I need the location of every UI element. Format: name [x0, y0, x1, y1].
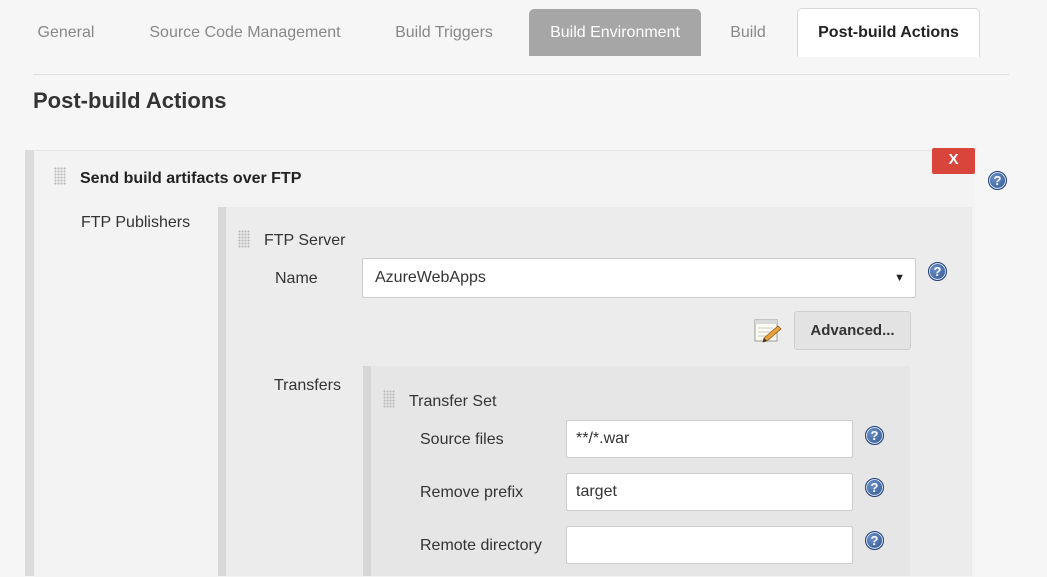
- drag-handle-icon[interactable]: [54, 167, 66, 185]
- ftp-server-name-select[interactable]: AzureWebApps ▼: [362, 258, 916, 298]
- remote-directory-input[interactable]: [566, 526, 853, 564]
- help-icon[interactable]: ?: [988, 171, 1007, 190]
- tab-build-environment[interactable]: Build Environment: [529, 9, 701, 56]
- ftp-server-name-value: AzureWebApps: [375, 269, 486, 286]
- help-icon[interactable]: ?: [865, 531, 884, 550]
- advanced-button[interactable]: Advanced...: [794, 311, 911, 350]
- tab-build-triggers[interactable]: Build Triggers: [376, 9, 512, 56]
- help-icon[interactable]: ?: [928, 262, 947, 281]
- publisher-drag-bar[interactable]: [218, 207, 226, 576]
- dropdown-arrow-icon: ▼: [894, 272, 905, 284]
- remove-prefix-label: Remove prefix: [420, 484, 524, 501]
- tab-source-code-management[interactable]: Source Code Management: [130, 9, 360, 56]
- section-title: Post-build Actions: [33, 88, 227, 113]
- step-drag-bar[interactable]: [25, 150, 34, 576]
- notepad-icon[interactable]: [752, 315, 782, 345]
- transfer-set-title: Transfer Set: [409, 393, 497, 410]
- transfers-label: Transfers: [274, 377, 341, 394]
- name-label: Name: [275, 270, 318, 287]
- tab-post-build-actions[interactable]: Post-build Actions: [797, 8, 980, 57]
- ftp-publishers-label: FTP Publishers: [81, 214, 191, 231]
- remove-prefix-input[interactable]: [566, 473, 853, 511]
- section-divider: [33, 74, 1009, 75]
- source-files-label: Source files: [420, 431, 504, 448]
- delete-step-button[interactable]: X: [932, 148, 975, 174]
- drag-handle-icon[interactable]: [383, 390, 395, 408]
- drag-handle-icon[interactable]: [238, 230, 250, 248]
- ftp-server-title: FTP Server: [264, 232, 346, 249]
- help-icon[interactable]: ?: [865, 426, 884, 445]
- tab-general[interactable]: General: [20, 9, 112, 56]
- help-icon[interactable]: ?: [865, 478, 884, 497]
- transfer-set-drag-bar[interactable]: [363, 366, 371, 576]
- remote-directory-label: Remote directory: [420, 537, 542, 554]
- tab-build[interactable]: Build: [716, 9, 780, 56]
- source-files-input[interactable]: [566, 420, 853, 458]
- step-title: Send build artifacts over FTP: [80, 170, 302, 187]
- config-tab-bar: General Source Code Management Build Tri…: [0, 0, 1047, 57]
